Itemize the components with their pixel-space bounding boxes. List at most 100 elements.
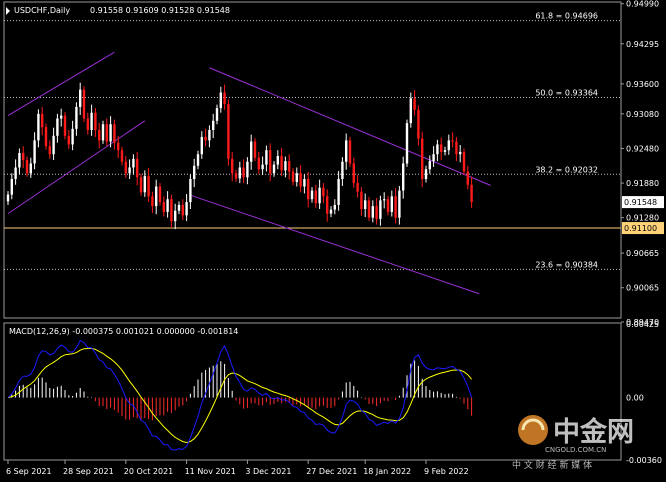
- candle-body: [94, 112, 97, 131]
- candle-body: [219, 92, 222, 109]
- candle-body: [101, 124, 105, 141]
- time-tick-label: 20 Oct 2021: [124, 467, 173, 476]
- candle-body: [204, 136, 207, 141]
- candle-body: [25, 160, 29, 174]
- candle-body: [269, 150, 272, 174]
- candle-body: [462, 151, 466, 172]
- candle-body: [443, 150, 447, 152]
- candle-body: [314, 190, 317, 204]
- watermark-brand: 中金网: [553, 416, 634, 448]
- time-tick-label: 27 Dec 2021: [306, 467, 357, 476]
- candle-body: [250, 141, 253, 162]
- candle-body: [459, 151, 462, 155]
- candle-body: [181, 204, 184, 216]
- candle-body: [29, 163, 32, 174]
- fib-level-label: 23.6 = 0.90384: [535, 260, 598, 269]
- candle-body: [253, 141, 257, 158]
- time-tick-label: 6 Sep 2021: [6, 467, 52, 476]
- candle-body: [398, 190, 401, 218]
- time-tick-label: 18 Jan 2022: [363, 467, 411, 476]
- candle-body: [177, 204, 181, 211]
- candle-body: [223, 92, 226, 105]
- candle-body: [212, 120, 215, 131]
- candle-body: [132, 158, 135, 168]
- candle-body: [174, 210, 177, 222]
- candle-body: [386, 199, 390, 212]
- candle-body: [75, 106, 78, 129]
- candle-body: [364, 200, 367, 210]
- price-tick-label: 0.91880: [626, 179, 659, 188]
- candle-body: [136, 158, 139, 178]
- candle-body: [337, 179, 340, 205]
- candle-body: [37, 113, 40, 141]
- candle-body: [14, 167, 17, 180]
- candle-body: [124, 161, 127, 174]
- candle-body: [424, 169, 428, 180]
- macd-label: MACD(12,26,9) -0.000375 0.001021 0.00000…: [9, 327, 238, 336]
- candle-body: [158, 186, 162, 203]
- macd-series: [7, 339, 473, 451]
- candle-body: [345, 140, 348, 162]
- candle-body: [185, 202, 188, 216]
- candle-body: [67, 135, 70, 145]
- candle-body: [90, 112, 93, 131]
- candle-body: [261, 164, 264, 170]
- candle-body: [291, 171, 295, 182]
- candle-body: [310, 190, 314, 200]
- candle-body: [155, 186, 158, 207]
- main-panel-frame: [3, 1, 622, 319]
- time-tick-label: 28 Sep 2021: [63, 467, 114, 476]
- macd-main-line: [7, 339, 473, 451]
- candle-body: [318, 187, 321, 204]
- candle-body: [280, 155, 283, 171]
- price-tick-label: 0.94990: [626, 0, 659, 9]
- candle-body: [200, 136, 203, 155]
- candle-body: [105, 124, 108, 142]
- macd-tick-label: 0.00: [626, 394, 644, 403]
- candle-body: [379, 200, 382, 219]
- price-tick-label: 0.92480: [626, 144, 659, 153]
- candle-body: [86, 118, 89, 131]
- candle-body: [383, 199, 386, 201]
- current-price-label: 0.91548: [624, 198, 657, 207]
- candle-body: [18, 153, 21, 168]
- candle-body: [284, 161, 287, 171]
- candle-body: [341, 161, 344, 180]
- candle-body: [276, 155, 279, 165]
- candle-body: [60, 115, 63, 119]
- price-tick-label: 0.94295: [626, 40, 659, 49]
- candle-body: [79, 89, 82, 107]
- candle-body: [44, 127, 48, 147]
- candle-body: [413, 98, 416, 110]
- candle-body: [189, 179, 192, 203]
- ohlc-values: 0.91558 0.91609 0.91528 0.91548: [90, 6, 230, 15]
- time-tick-label: 9 Feb 2022: [424, 467, 469, 476]
- macd-tick-label: -0.00360: [626, 456, 662, 465]
- price-tick-label: 0.90665: [626, 249, 659, 258]
- candle-body: [246, 161, 249, 178]
- candle-body: [390, 196, 393, 212]
- candle-body: [63, 115, 67, 136]
- symbol-title: USDCHF,Daily: [14, 6, 70, 15]
- fib-level-label: 38.2 = 0.92032: [535, 165, 598, 174]
- candle-body: [109, 124, 112, 142]
- candle-body: [170, 199, 173, 222]
- fib-level-label: 50.0 = 0.93364: [535, 88, 598, 97]
- chart-canvas: 61.8 = 0.94696 50.0 = 0.93364 38.2 = 0.920…: [3, 0, 664, 476]
- watermark: 中金网 CNGOLD.COM.CN 中 文 财 经 新 媒 体: [512, 415, 634, 471]
- candlestick-series: [6, 82, 473, 230]
- candle-body: [117, 142, 120, 151]
- candle-body: [356, 183, 359, 192]
- fib-level-label: 61.8 = 0.94696: [535, 12, 598, 21]
- candle-body: [417, 109, 420, 139]
- candle-body: [139, 177, 143, 193]
- time-axis: 6 Sep 2021 28 Sep 2021 20 Oct 2021 11 Nov 2…: [6, 460, 469, 476]
- channel-line: [7, 51, 115, 117]
- candle-body: [238, 167, 241, 179]
- candle-body: [451, 140, 454, 142]
- candle-body: [143, 176, 146, 193]
- candle-body: [257, 157, 260, 170]
- candle-body: [299, 173, 302, 187]
- candle-body: [113, 124, 116, 143]
- macd-tick-label: 0.00425: [626, 320, 659, 329]
